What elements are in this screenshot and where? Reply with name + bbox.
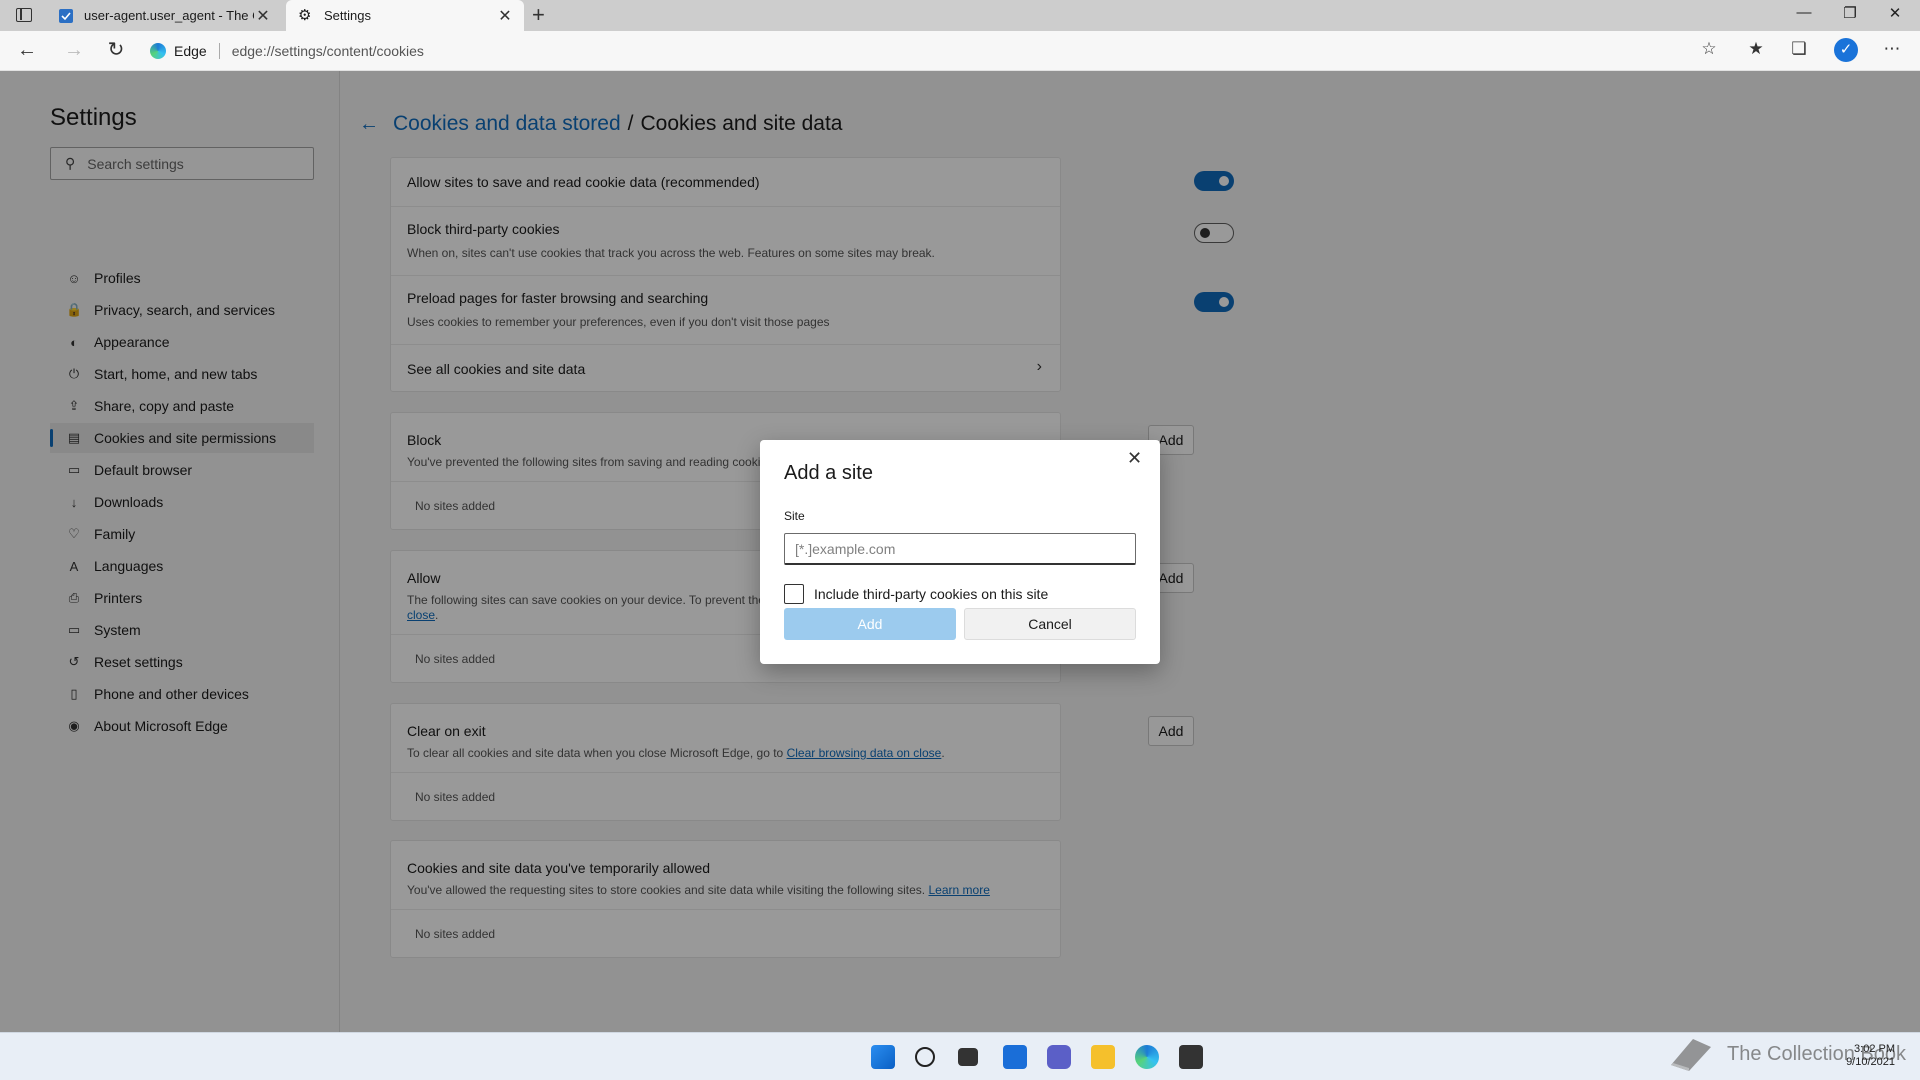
favorites-icon[interactable]: ★ — [1744, 39, 1768, 59]
task-view-icon[interactable] — [958, 1048, 978, 1066]
third-party-checkbox-label: Include third-party cookies on this site — [814, 586, 1049, 602]
page-icon — [59, 8, 73, 23]
address-brand: Edge — [174, 43, 207, 59]
add-favorite-icon[interactable]: ☆ — [1697, 39, 1721, 59]
edge-icon — [150, 43, 166, 59]
dialog-title: Add a site — [784, 462, 873, 484]
profile-avatar[interactable]: ✓ — [1834, 38, 1858, 62]
taskbar: The Collection Book 3:02 PM 9/10/2021 — [0, 1032, 1920, 1080]
close-icon[interactable]: ✕ — [1127, 448, 1142, 469]
more-menu-icon[interactable]: ⋯ — [1880, 39, 1904, 59]
tab-title: user-agent.user_agent - The Co — [84, 8, 254, 23]
workspaces-icon[interactable] — [16, 8, 32, 22]
close-tab-icon[interactable]: ✕ — [496, 6, 514, 26]
maximize-icon[interactable]: ❐ — [1835, 4, 1865, 22]
refresh-icon[interactable]: ↻ — [104, 39, 128, 61]
tab-user-agent[interactable]: user-agent.user_agent - The Co ✕ — [44, 0, 282, 31]
site-input[interactable] — [784, 533, 1136, 565]
widgets-icon[interactable] — [1003, 1045, 1027, 1069]
book-icon — [1671, 1039, 1711, 1071]
minimize-icon[interactable]: — — [1789, 4, 1819, 21]
tab-settings[interactable]: ⚙ Settings ✕ — [286, 0, 524, 31]
start-icon[interactable] — [871, 1045, 895, 1069]
forward-icon[interactable]: → — [62, 39, 86, 61]
third-party-checkbox[interactable] — [784, 584, 804, 604]
clock-date: 9/10/2021 — [1846, 1056, 1895, 1068]
site-label: Site — [784, 509, 805, 523]
system-clock[interactable]: 3:02 PM 9/10/2021 — [1825, 1043, 1895, 1069]
store-icon[interactable] — [1179, 1045, 1203, 1069]
gear-icon: ⚙ — [298, 6, 312, 24]
file-explorer-icon[interactable] — [1091, 1045, 1115, 1069]
back-icon[interactable]: ← — [15, 39, 39, 61]
search-icon[interactable] — [915, 1047, 935, 1067]
edge-taskbar-icon[interactable] — [1135, 1045, 1159, 1069]
new-tab-icon[interactable]: + — [532, 3, 545, 27]
address-url: edge://settings/content/cookies — [231, 43, 424, 59]
close-window-icon[interactable]: ✕ — [1880, 4, 1910, 22]
tab-title: Settings — [324, 8, 371, 23]
add-button[interactable]: Add — [784, 608, 956, 640]
chat-icon[interactable] — [1047, 1045, 1071, 1069]
tab-strip: user-agent.user_agent - The Co ✕ ⚙ Setti… — [0, 0, 1920, 31]
address-bar[interactable]: Edge edge://settings/content/cookies — [150, 38, 424, 64]
close-tab-icon[interactable]: ✕ — [254, 6, 272, 26]
cancel-button[interactable]: Cancel — [964, 608, 1136, 640]
add-site-dialog: Add a site ✕ Site Include third-party co… — [760, 440, 1160, 664]
collections-icon[interactable]: ❏ — [1787, 39, 1811, 59]
browser-toolbar: ← → ↻ Edge edge://settings/content/cooki… — [0, 31, 1920, 71]
clock-time: 3:02 PM — [1854, 1043, 1895, 1055]
divider — [218, 43, 220, 59]
